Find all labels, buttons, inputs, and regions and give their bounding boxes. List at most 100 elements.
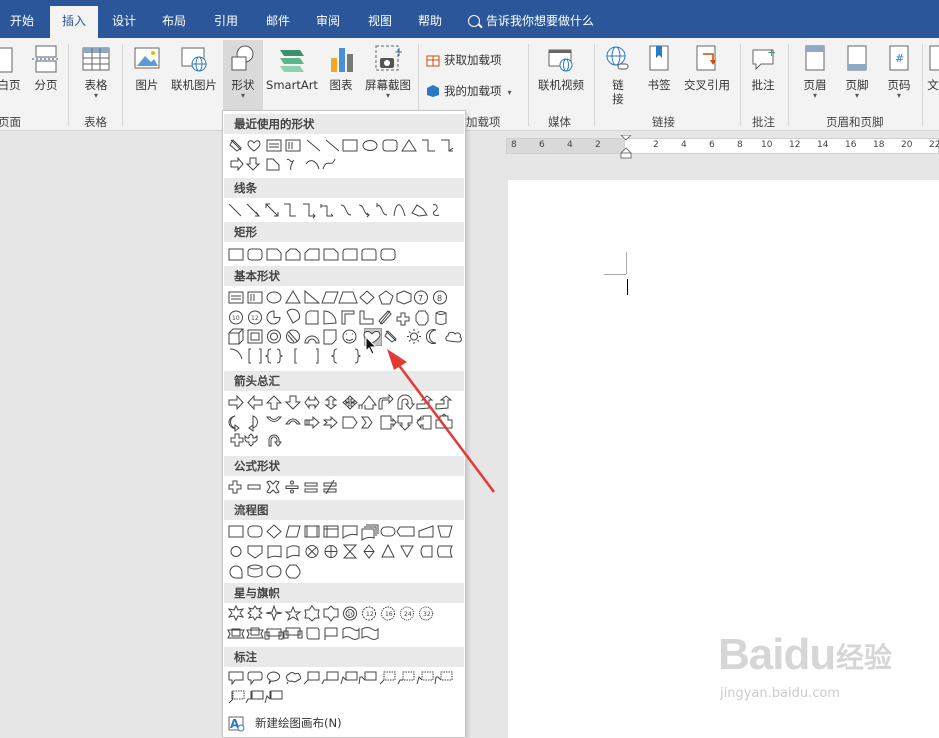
shape-row[interactable]: [227, 523, 463, 579]
page-break-icon: [32, 44, 60, 74]
table-button[interactable]: 表格 ▾: [80, 44, 112, 100]
shape-row[interactable]: [227, 479, 463, 499]
tab-help[interactable]: 帮助: [414, 8, 446, 38]
ruler-number: 16: [845, 140, 857, 150]
ruler-number: 2: [595, 140, 601, 150]
store-icon: [426, 55, 440, 67]
indent-marker-icon[interactable]: [620, 135, 632, 159]
header-icon: [801, 44, 829, 74]
bookmark-button[interactable]: 书签: [644, 44, 674, 92]
group-addins-label: 加载项: [466, 115, 501, 129]
link-label-line1: 链: [612, 78, 624, 92]
page-number-button[interactable]: # 页码 ▾: [884, 44, 914, 100]
tab-home[interactable]: 开始: [8, 8, 36, 38]
cross-reference-icon: [693, 44, 721, 74]
tab-layout[interactable]: 布局: [158, 8, 190, 38]
tab-mailings[interactable]: 邮件: [262, 8, 294, 38]
workspace-background: [0, 131, 222, 738]
chart-label: 图表: [329, 78, 353, 92]
shape-row[interactable]: [227, 246, 463, 266]
blank-page-icon: [0, 44, 24, 74]
group-header-footer-label: 页眉和页脚: [826, 115, 884, 129]
tell-me-search[interactable]: 告诉我你想要做什么: [468, 12, 594, 29]
svg-text:12: 12: [366, 611, 374, 618]
tab-references[interactable]: 引用: [210, 8, 242, 38]
watermark-brand: Baidu: [718, 630, 836, 679]
tab-design[interactable]: 设计: [108, 8, 140, 38]
section-lines: 线条: [224, 178, 464, 198]
separator: [122, 44, 123, 126]
link-button[interactable]: 链 接: [604, 44, 632, 106]
ruler-number: 4: [567, 140, 573, 150]
text-box-button[interactable]: 文: [926, 44, 939, 92]
svg-text:12: 12: [251, 315, 259, 322]
drawing-canvas-icon: A: [228, 716, 245, 732]
mouse-cursor-icon: [365, 336, 378, 355]
lightbulb-icon: [468, 15, 480, 27]
chevron-down-icon: ▾: [812, 91, 817, 100]
blank-page-label: 白页: [0, 78, 21, 92]
shape-row[interactable]: [227, 137, 463, 172]
chevron-down-icon: ▾: [854, 91, 859, 100]
picture-button[interactable]: 图片: [132, 44, 162, 92]
globe-link-icon: [604, 44, 632, 74]
get-addins-button[interactable]: 获取加载项: [426, 52, 502, 68]
ruler-number: 2: [653, 140, 659, 150]
my-addins-button[interactable]: 我的加载项 ▾: [426, 83, 512, 99]
tab-insert[interactable]: 插入: [50, 6, 98, 38]
ruler-number: 6: [539, 140, 545, 150]
svg-text:#: #: [895, 52, 904, 65]
ribbon-tab-bar: 开始 插入 设计 布局 引用 邮件 审阅 视图 帮助 告诉我你想要做什么: [0, 0, 939, 38]
chart-button[interactable]: 图表: [326, 44, 356, 92]
page-break-button[interactable]: 分页: [30, 44, 62, 92]
shape-row[interactable]: [227, 201, 463, 221]
shape-row[interactable]: [227, 669, 463, 704]
block-arrow-shapes-icon: [228, 394, 453, 447]
header-button[interactable]: 页眉 ▾: [800, 44, 830, 100]
cross-reference-label: 交叉引用: [684, 78, 730, 92]
separator: [594, 44, 595, 126]
ruler-number: 4: [681, 140, 687, 150]
section-rectangles: 矩形: [224, 222, 464, 242]
horizontal-ruler[interactable]: 8 6 4 2 2 4 6 8 10 12 14 16 18 20 22: [506, 135, 939, 159]
tab-view[interactable]: 视图: [364, 8, 396, 38]
table-label: 表格: [84, 78, 108, 92]
online-picture-icon: [180, 44, 208, 74]
tab-review[interactable]: 审阅: [312, 8, 344, 38]
shape-row[interactable]: 10 12 16 24 32: [227, 605, 463, 640]
smartart-button[interactable]: SmartArt: [266, 44, 318, 92]
ruler-number: 6: [709, 140, 715, 150]
addin-cube-icon: [427, 85, 439, 97]
footer-button[interactable]: 页脚 ▾: [842, 44, 872, 100]
get-addins-label: 获取加载项: [444, 53, 502, 67]
text-box-icon: [926, 44, 939, 74]
section-block-arrows: 箭头总汇: [224, 371, 464, 391]
section-equation-shapes: 公式形状: [224, 456, 464, 476]
new-drawing-canvas-item[interactable]: A 新建绘图画布(N): [227, 713, 342, 733]
bookmark-label: 书签: [647, 78, 671, 92]
group-links-label: 链接: [652, 115, 675, 129]
online-video-label: 联机视频: [538, 78, 584, 92]
svg-text:32: 32: [423, 611, 431, 618]
ruler-number: 18: [873, 140, 885, 150]
shape-row[interactable]: [227, 394, 463, 447]
online-video-icon: [547, 44, 575, 74]
equation-shapes-icon: [228, 479, 337, 495]
shape-row[interactable]: 7 8 10 12: [227, 289, 463, 364]
cross-reference-button[interactable]: 交叉引用: [682, 44, 732, 92]
shapes-gallery: 最近使用的形状 线条 矩形 基本形状 7 8 10 12 箭头总汇 公式形状 流…: [222, 110, 466, 738]
shapes-button[interactable]: 形状 ▾: [223, 40, 263, 110]
blank-page-button[interactable]: 白页: [0, 44, 22, 92]
star-banner-shapes-icon: 10 12 16 24 32: [227, 605, 433, 640]
online-video-button[interactable]: 联机视频: [536, 44, 586, 92]
recent-shapes-icon: [229, 139, 454, 172]
line-shapes-icon: [228, 203, 440, 219]
screenshot-button[interactable]: + 屏幕截图 ▾: [362, 44, 414, 100]
callout-shapes-icon: [228, 671, 453, 704]
smartart-label: SmartArt: [266, 78, 318, 92]
online-picture-button[interactable]: 联机图片: [170, 44, 218, 92]
text-caret: [627, 279, 628, 295]
comment-button[interactable]: + 批注: [748, 44, 778, 92]
header-label: 页眉: [803, 78, 827, 92]
watermark-cn: 经验: [836, 641, 893, 674]
